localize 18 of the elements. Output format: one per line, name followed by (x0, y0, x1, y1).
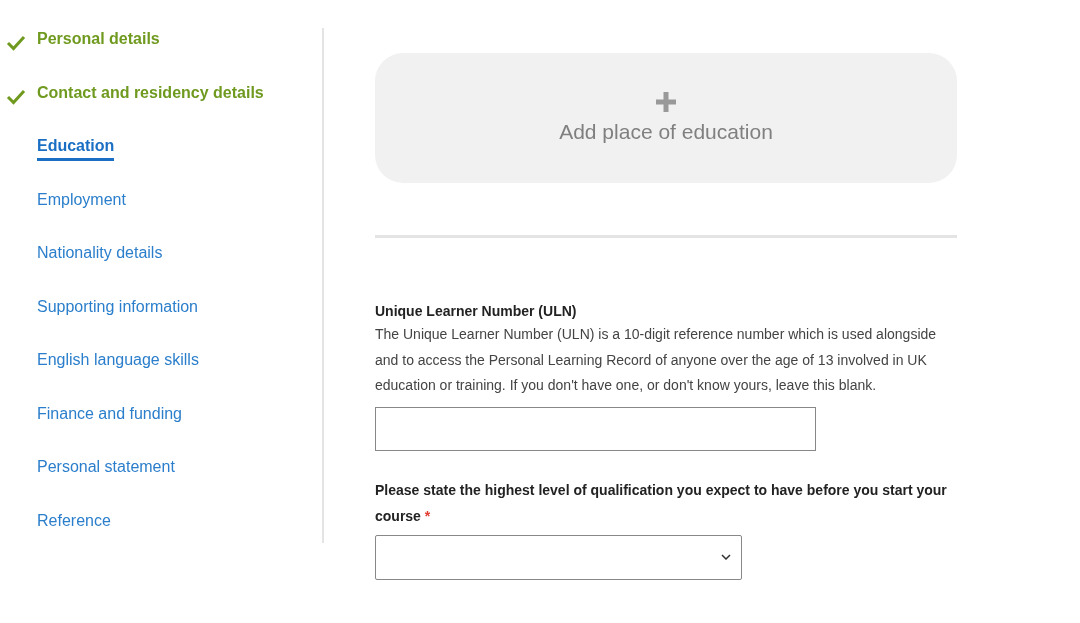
sidebar-link[interactable]: Reference (37, 511, 111, 533)
help-text: The Unique Learner Number (ULN) is a 10-digit reference number which is used alongside and to access the Personal Learning Record of anyone over the age of 13 involved in UK education or training. If you don't have one, or don't know yours, leave this blank. (375, 325, 938, 395)
sidebar-link[interactable]: Personal details (37, 30, 160, 51)
plus-icon (656, 92, 676, 112)
sidebar-link[interactable]: Employment (37, 190, 126, 212)
field-label: Unique Learner Number (ULN) (375, 303, 578, 319)
sidebar-link[interactable]: Supporting information (37, 297, 198, 319)
sidebar-link[interactable]: Nationality details (37, 244, 163, 265)
field-label: Please state the highest level of qualification you expect to have before you start your course * (375, 480, 948, 526)
qualification-select[interactable] (375, 534, 742, 580)
sidebar-link[interactable]: Finance and funding (37, 404, 182, 426)
uln-input-field[interactable] (375, 406, 816, 451)
sidebar-link[interactable]: Personal statement (37, 458, 175, 479)
sidebar-link[interactable]: Contact and residency details (37, 83, 264, 105)
sidebar-link[interactable]: English language skills (37, 351, 199, 372)
chevron-down-icon (721, 554, 731, 560)
add-place-button[interactable]: Add place of education (375, 53, 957, 183)
sidebar-link[interactable]: Education (37, 137, 115, 161)
